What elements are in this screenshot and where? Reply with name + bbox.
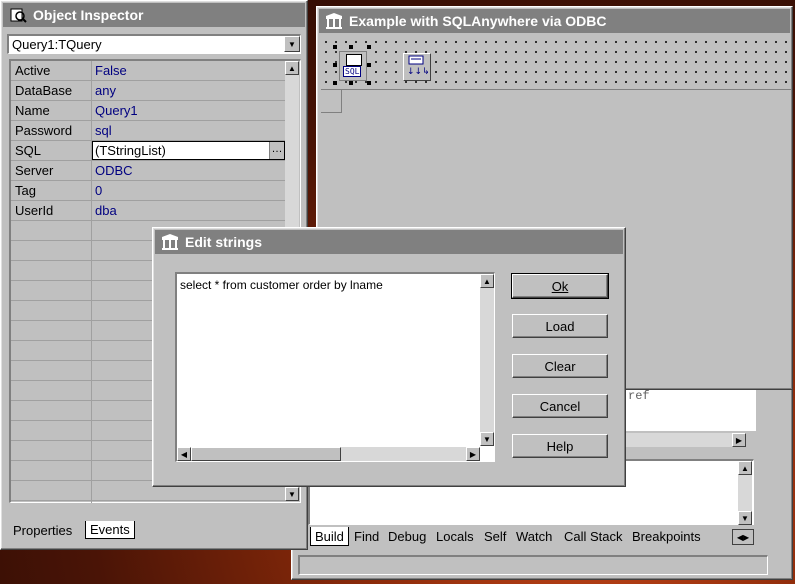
component-selector[interactable]: Query1:TQuery ▼ [7,34,301,54]
hscroll-thumb[interactable] [191,447,341,461]
tab-breakpoints[interactable]: Breakpoints [628,527,705,545]
property-row-selected[interactable]: SQL (TStringList) … [11,141,285,161]
scroll-down-arrow-icon[interactable]: ▼ [285,487,299,501]
inspector-title: Object Inspector [33,7,144,23]
property-name: Password [15,123,73,138]
component-selector-value: Query1:TQuery [12,37,102,52]
delphi-dialog-icon [161,234,179,250]
property-value[interactable]: ODBC [95,163,133,178]
inspector-titlebar[interactable]: Object Inspector [3,3,305,27]
strings-editor[interactable]: select * from customer order by lname ▲ … [175,272,495,462]
ok-button[interactable]: Ok [511,273,609,299]
query-component[interactable]: SQL [333,45,371,85]
inspector-icon [9,7,27,23]
property-name: Name [15,103,50,118]
property-row[interactable]: Active False [11,61,285,81]
property-row[interactable]: Server ODBC [11,161,285,181]
property-name: SQL [15,143,42,158]
status-bar [298,555,768,575]
property-row[interactable]: DataBase any [11,81,285,101]
tab-watch[interactable]: Watch [512,527,556,545]
scroll-left-arrow-icon[interactable]: ◀ [177,447,191,461]
property-name: Tag [15,183,36,198]
tab-build[interactable]: Build [310,527,349,546]
tab-debug[interactable]: Debug [384,527,430,545]
code-fragment: ref [628,389,650,403]
scroll-right-arrow-icon[interactable]: ▶ [732,433,746,447]
sql-query-icon: SQL [339,51,367,81]
ellipsis-button[interactable]: … [269,142,284,159]
debug-tabs: Build Find Debug Locals Self Watch Call … [310,527,750,546]
tab-properties[interactable]: Properties [13,523,72,538]
form-titlebar[interactable]: Example with SQLAnywhere via ODBC [319,9,790,33]
tab-scroll-buttons[interactable]: ◀▶ [732,529,754,545]
grid-cell [321,90,342,113]
property-value[interactable]: 0 [95,183,102,198]
ok-label: Ok [551,278,569,294]
scroll-up-arrow-icon[interactable]: ▲ [285,61,299,75]
message-vscroll[interactable]: ▲ ▼ [738,461,752,525]
svg-text:↓↓↳: ↓↓↳ [407,67,428,77]
cancel-label: Cancel [539,398,581,414]
property-row[interactable]: Name Query1 [11,101,285,121]
scroll-down-arrow-icon[interactable]: ▼ [480,432,494,446]
sql-icon-label: SQL [343,66,362,77]
cancel-button[interactable]: Cancel [512,394,608,418]
editor-vscroll[interactable]: ▲ ▼ [480,274,494,446]
property-row[interactable]: UserId dba [11,201,285,221]
code-hscroll[interactable]: ▶ [626,433,746,447]
property-value[interactable]: sql [95,123,112,138]
inspector-tabs: Properties Events [9,521,299,543]
property-row[interactable]: Tag 0 [11,181,285,201]
clear-button[interactable]: Clear [512,354,608,378]
tab-call-stack[interactable]: Call Stack [560,527,627,545]
property-value[interactable]: any [95,83,116,98]
clear-label: Clear [544,358,576,374]
edit-strings-dialog: Edit strings select * from customer orde… [152,227,626,487]
scroll-up-arrow-icon[interactable]: ▲ [738,461,752,475]
property-value[interactable]: Query1 [95,103,138,118]
scroll-right-arrow-icon[interactable]: ▶ [466,447,480,461]
property-row[interactable]: Password sql [11,121,285,141]
form-title: Example with SQLAnywhere via ODBC [349,13,607,29]
property-name: UserId [15,203,54,218]
code-view[interactable]: ref [622,383,756,431]
chevron-down-icon[interactable]: ▼ [284,36,300,52]
help-label: Help [546,438,574,454]
strings-text[interactable]: select * from customer order by lname [180,278,383,292]
dialog-title: Edit strings [185,234,263,250]
tab-self[interactable]: Self [480,527,510,545]
dialog-titlebar[interactable]: Edit strings [155,230,623,254]
tab-find[interactable]: Find [350,527,383,545]
property-name: Server [15,163,54,178]
scroll-up-arrow-icon[interactable]: ▲ [480,274,494,288]
property-value[interactable]: dba [95,203,117,218]
load-button[interactable]: Load [512,314,608,338]
help-button[interactable]: Help [512,434,608,458]
property-value[interactable]: (TStringList) [95,143,166,158]
delphi-form-icon [325,13,343,29]
property-name: Active [15,63,51,78]
tab-events[interactable]: Events [85,521,135,539]
editor-hscroll[interactable]: ◀ ▶ [177,447,480,461]
property-value[interactable]: False [95,63,127,78]
tab-locals[interactable]: Locals [432,527,478,545]
datasource-icon[interactable]: ↓↓↳ [403,53,431,81]
property-name: DataBase [15,83,73,98]
scroll-down-arrow-icon[interactable]: ▼ [738,511,752,525]
load-label: Load [545,318,575,334]
property-edit-box[interactable]: (TStringList) … [92,141,285,160]
